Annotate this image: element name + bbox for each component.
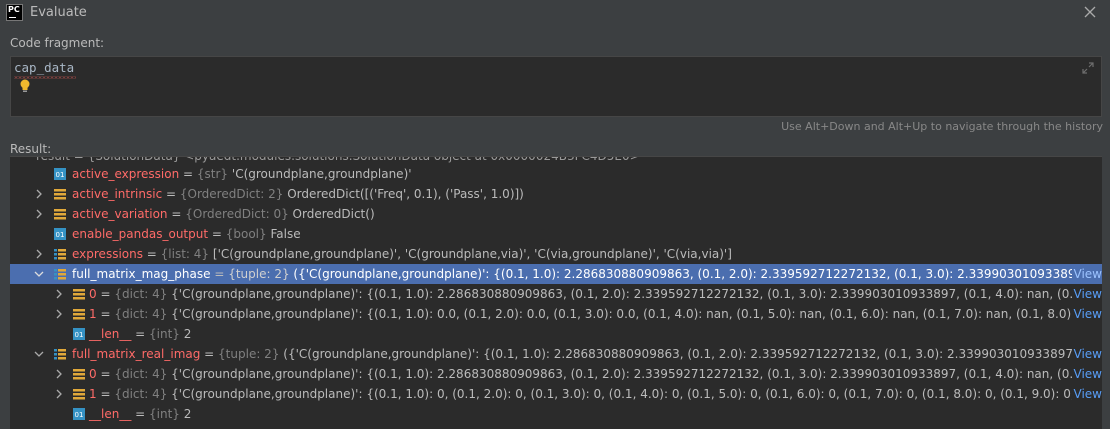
- var-type: {dict: 4}: [114, 387, 168, 401]
- var-value: {'C(groundplane,groundplane)': {(0.1, 1.…: [171, 287, 1102, 301]
- tree-row-enable-pandas-output[interactable]: 01 enable_pandas_output = {bool} False: [10, 224, 1102, 244]
- chevron-down-icon[interactable]: [34, 268, 44, 278]
- chevron-down-icon[interactable]: [34, 348, 44, 358]
- tree-row-real-imag-len[interactable]: 01 __len__ = {int} 2: [10, 404, 1102, 424]
- var-value: 'C(groundplane,groundplane)': [231, 167, 412, 181]
- app-logo-text: PC: [8, 5, 20, 14]
- var-type: {list: 4}: [160, 247, 210, 261]
- lightbulb-icon[interactable]: [19, 79, 31, 96]
- svg-text:01: 01: [75, 331, 84, 339]
- var-name: enable_pandas_output: [72, 227, 209, 241]
- var-name: active_expression: [72, 167, 180, 181]
- chevron-right-icon[interactable]: [34, 208, 44, 219]
- primitive-value-icon: 01: [54, 228, 66, 240]
- svg-text:01: 01: [56, 231, 65, 239]
- var-name: active_variation: [72, 207, 168, 221]
- tree-row-active-expression[interactable]: 01 active_expression = {str} 'C(groundpl…: [10, 164, 1102, 184]
- var-value: 2: [183, 327, 192, 341]
- view-link[interactable]: View: [1071, 346, 1102, 362]
- var-value: {'C(groundplane,groundplane)': {(0.1, 1.…: [171, 307, 1102, 321]
- var-value: ({'C(groundplane,groundplane)': {(0.1, 1…: [283, 347, 1102, 361]
- code-fragment-label: Code fragment:: [10, 36, 105, 50]
- primitive-value-icon: 01: [73, 408, 85, 420]
- chevron-right-icon[interactable]: [54, 388, 64, 399]
- tree-row-full-matrix-mag-phase[interactable]: full_matrix_mag_phase = {tuple: 2} ({'C(…: [10, 264, 1102, 284]
- close-icon[interactable]: [1082, 4, 1098, 20]
- result-tree[interactable]: result = {SolutionData} <pyaedt.modules.…: [10, 156, 1102, 429]
- var-name: expressions: [72, 247, 143, 261]
- var-value: {'C(groundplane,groundplane)': {(0.1, 1.…: [171, 387, 1102, 401]
- tree-row-real-imag-0[interactable]: 0 = {dict: 4} {'C(groundplane,groundplan…: [10, 364, 1102, 384]
- var-name: 1: [89, 307, 97, 321]
- view-link[interactable]: View: [1071, 306, 1102, 322]
- dict-icon: [73, 288, 85, 300]
- dict-icon: [54, 188, 66, 200]
- var-value: 2: [183, 407, 192, 421]
- var-type: {dict: 4}: [114, 367, 168, 381]
- clipped-row-text: result = {SolutionData} <pyaedt.modules.…: [36, 156, 640, 163]
- var-value: ['C(groundplane,groundplane)', 'C(ground…: [212, 247, 732, 261]
- view-link[interactable]: View: [1071, 386, 1102, 402]
- primitive-value-icon: 01: [73, 328, 85, 340]
- chevron-right-icon[interactable]: [34, 188, 44, 199]
- var-name: full_matrix_mag_phase: [72, 267, 211, 281]
- dict-icon: [54, 208, 66, 220]
- dict-icon: [73, 308, 85, 320]
- var-name: 0: [89, 287, 97, 301]
- var-type: {int}: [149, 327, 180, 341]
- var-type: {dict: 4}: [114, 287, 168, 301]
- list-icon: [54, 348, 66, 360]
- expand-icon[interactable]: [1082, 62, 1094, 77]
- chevron-right-icon[interactable]: [54, 308, 64, 319]
- dict-icon: [73, 388, 85, 400]
- var-value: OrderedDict([('Freq', 0.1), ('Pass', 1.0…: [287, 187, 524, 201]
- tree-row-active-intrinsic[interactable]: active_intrinsic = {OrderedDict: 2} Orde…: [10, 184, 1102, 204]
- var-value: OrderedDict(): [292, 207, 375, 221]
- var-type: {int}: [149, 407, 180, 421]
- var-value: False: [270, 227, 301, 241]
- chevron-right-icon[interactable]: [34, 248, 44, 259]
- svg-text:01: 01: [75, 411, 84, 419]
- var-type: {str}: [196, 167, 229, 181]
- tree-row-mag-phase-1[interactable]: 1 = {dict: 4} {'C(groundplane,groundplan…: [10, 304, 1102, 324]
- dict-icon: [73, 368, 85, 380]
- tree-row-expressions[interactable]: expressions = {list: 4} ['C(groundplane,…: [10, 244, 1102, 264]
- var-type: {dict: 4}: [114, 307, 168, 321]
- primitive-value-icon: 01: [54, 168, 66, 180]
- tree-row-mag-phase-0[interactable]: 0 = {dict: 4} {'C(groundplane,groundplan…: [10, 284, 1102, 304]
- history-hint: Use Alt+Down and Alt+Up to navigate thro…: [781, 120, 1103, 133]
- var-value: {'C(groundplane,groundplane)': {(0.1, 1.…: [171, 367, 1102, 381]
- view-link[interactable]: View: [1071, 286, 1102, 302]
- var-type: {tuple: 2}: [228, 267, 290, 281]
- var-type: {bool}: [225, 227, 267, 241]
- var-name: __len__: [89, 407, 132, 421]
- var-name: __len__: [89, 327, 132, 341]
- list-icon: [54, 268, 66, 280]
- var-type: {OrderedDict: 2}: [179, 187, 284, 201]
- chevron-right-icon[interactable]: [54, 368, 64, 379]
- var-name: 1: [89, 387, 97, 401]
- title-bar: PC Evaluate: [0, 0, 1110, 26]
- var-name: 0: [89, 367, 97, 381]
- var-type: {OrderedDict: 0}: [185, 207, 289, 221]
- view-link[interactable]: View: [1071, 266, 1102, 282]
- var-value: ({'C(groundplane,groundplane)': {(0.1, 1…: [293, 267, 1102, 281]
- var-name: active_intrinsic: [72, 187, 163, 201]
- window-title: Evaluate: [30, 5, 87, 20]
- svg-text:01: 01: [56, 171, 65, 179]
- code-fragment-editor[interactable]: cap_data: [10, 56, 1102, 117]
- list-icon: [54, 248, 66, 260]
- code-fragment-text[interactable]: cap_data: [14, 60, 74, 75]
- result-label: Result:: [10, 142, 52, 156]
- tree-row-active-variation[interactable]: active_variation = {OrderedDict: 0} Orde…: [10, 204, 1102, 224]
- view-link[interactable]: View: [1071, 366, 1102, 382]
- tree-row-full-matrix-real-imag[interactable]: full_matrix_real_imag = {tuple: 2} ({'C(…: [10, 344, 1102, 364]
- chevron-right-icon[interactable]: [54, 288, 64, 299]
- var-type: {tuple: 2}: [218, 347, 280, 361]
- tree-row-real-imag-1[interactable]: 1 = {dict: 4} {'C(groundplane,groundplan…: [10, 384, 1102, 404]
- var-name: full_matrix_real_imag: [72, 347, 201, 361]
- tree-row-mag-phase-len[interactable]: 01 __len__ = {int} 2: [10, 324, 1102, 344]
- pycharm-logo-icon: PC: [6, 4, 23, 21]
